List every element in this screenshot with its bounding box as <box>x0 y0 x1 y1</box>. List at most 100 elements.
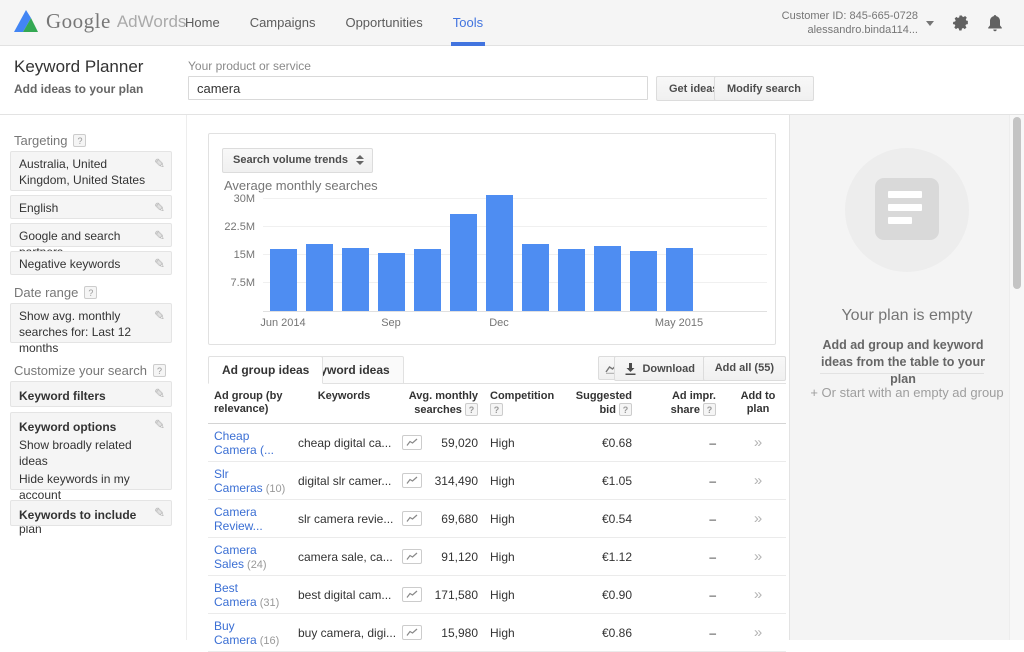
add-to-plan-button[interactable]: » <box>754 472 762 489</box>
modify-search-button[interactable]: Modify search <box>714 76 814 101</box>
col-competition[interactable]: Competition ? <box>484 384 560 423</box>
logo-google-text: Google <box>46 9 111 34</box>
chart-bar <box>342 248 369 311</box>
date-range-card[interactable]: Show avg. monthly searches for: Last 12 … <box>10 303 172 343</box>
customize-help-icon[interactable]: ? <box>153 364 166 377</box>
targeting-section-label: Targeting ? <box>14 133 86 148</box>
competition-cell: High <box>484 474 560 488</box>
search-volume-trends-dropdown[interactable]: Search volume trends <box>222 148 373 173</box>
trend-icon[interactable] <box>402 625 422 640</box>
nav-tools[interactable]: Tools <box>438 0 498 46</box>
ad-group-link[interactable]: Best Camera <box>214 581 257 609</box>
competition-cell: High <box>484 626 560 640</box>
targeting-locations-card[interactable]: Australia, United Kingdom, United States… <box>10 151 172 191</box>
competition-help-icon[interactable]: ? <box>490 403 503 416</box>
add-to-plan-button[interactable]: » <box>754 586 762 603</box>
keyword-options-card[interactable]: Keyword options Show broadly related ide… <box>10 412 172 490</box>
keywords-cell: camera sale, ca... <box>292 550 396 564</box>
plan-empty-title: Your plan is empty <box>790 307 1024 325</box>
col-avg-searches[interactable]: Avg. monthly searches ? <box>396 384 484 423</box>
keywords-to-include-title: Keywords to include <box>19 507 149 523</box>
page-title: Keyword Planner <box>14 57 143 77</box>
plan-panel: Your plan is empty Add ad group and keyw… <box>790 115 1024 640</box>
edit-icon[interactable]: ✎ <box>154 200 165 216</box>
targeting-help-icon[interactable]: ? <box>73 134 86 147</box>
tab-ad-group-ideas[interactable]: Ad group ideas <box>208 356 323 384</box>
edit-icon[interactable]: ✎ <box>154 386 165 402</box>
customer-id: Customer ID: 845-665-0728 <box>782 9 918 23</box>
add-to-plan-button[interactable]: » <box>754 548 762 565</box>
suggested-bid-cell: €0.68 <box>560 436 654 450</box>
x-axis-label: Sep <box>381 317 401 329</box>
ad-group-count: (31) <box>260 597 280 609</box>
date-range-label-text: Date range <box>14 285 78 300</box>
adwords-logo: Google AdWords <box>14 9 186 34</box>
add-to-plan-button[interactable]: » <box>754 434 762 451</box>
trend-icon[interactable] <box>402 435 422 450</box>
add-to-plan-button[interactable]: » <box>754 624 762 641</box>
keywords-cell: best digital cam... <box>292 588 396 602</box>
col-ad-group-label: Ad group (by relevance) <box>214 390 282 415</box>
date-range-help-icon[interactable]: ? <box>84 286 97 299</box>
keyword-options-item: Hide keywords in my account <box>19 471 149 503</box>
nav-home[interactable]: Home <box>170 0 235 46</box>
avg-searches-value: 69,680 <box>441 512 478 526</box>
keyword-filters-card[interactable]: Keyword filters ✎ <box>10 381 172 407</box>
add-all-button[interactable]: Add all (55) <box>703 356 786 381</box>
scrollbar-track[interactable] <box>1009 115 1024 640</box>
col-ad-impr-share[interactable]: Ad impr. share ? <box>654 384 730 423</box>
customize-label-text: Customize your search <box>14 363 147 378</box>
edit-icon[interactable]: ✎ <box>154 505 165 521</box>
negative-keywords-card[interactable]: Negative keywords ✎ <box>10 251 172 275</box>
edit-icon[interactable]: ✎ <box>154 156 165 172</box>
scrollbar-thumb[interactable] <box>1013 117 1021 289</box>
keywords-to-include-card[interactable]: Keywords to include ✎ <box>10 500 172 526</box>
trend-icon[interactable] <box>402 511 422 526</box>
col-keywords[interactable]: Keywords <box>292 384 396 423</box>
gear-icon[interactable] <box>944 14 978 32</box>
edit-icon[interactable]: ✎ <box>154 228 165 244</box>
col-ad-group[interactable]: Ad group (by relevance) <box>208 384 292 423</box>
sort-arrows-icon <box>356 155 364 165</box>
search-input[interactable] <box>188 76 648 100</box>
suggested-bid-help-icon[interactable]: ? <box>619 403 632 416</box>
avg-searches-help-icon[interactable]: ? <box>465 403 478 416</box>
ad-group-link[interactable]: Camera Review... <box>214 505 263 533</box>
targeting-network-card[interactable]: Google and search partners ✎ <box>10 223 172 247</box>
ad-group-link[interactable]: Cheap Camera (... <box>214 429 274 457</box>
download-button[interactable]: Download <box>614 356 706 381</box>
edit-icon[interactable]: ✎ <box>154 417 165 433</box>
add-to-plan-button[interactable]: » <box>754 510 762 527</box>
edit-icon[interactable]: ✎ <box>154 308 165 324</box>
chart-bar <box>594 246 621 311</box>
bell-icon[interactable] <box>978 14 1012 32</box>
table-header: Ad group (by relevance) Keywords Avg. mo… <box>208 384 786 424</box>
trend-icon[interactable] <box>402 473 422 488</box>
col-suggested-bid[interactable]: Suggested bid ? <box>560 384 654 423</box>
chart-bar <box>522 244 549 311</box>
trend-icon[interactable] <box>402 587 422 602</box>
account-menu[interactable]: Customer ID: 845-665-0728 alessandro.bin… <box>782 9 918 37</box>
avg-searches-value: 15,980 <box>441 626 478 640</box>
ad-group-link[interactable]: Slr Cameras <box>214 467 263 495</box>
ad-group-count: (16) <box>260 635 280 647</box>
targeting-language-card[interactable]: English ✎ <box>10 195 172 219</box>
targeting-label-text: Targeting <box>14 133 67 148</box>
ad-group-link[interactable]: Buy Camera <box>214 619 257 647</box>
nav-campaigns[interactable]: Campaigns <box>235 0 331 46</box>
customize-section-label: Customize your search ? <box>14 363 166 378</box>
keyword-filters-title: Keyword filters <box>19 388 149 404</box>
ad-impr-share-help-icon[interactable]: ? <box>703 403 716 416</box>
chevron-down-icon[interactable] <box>926 21 934 26</box>
table-row: Cheap Camera (... cheap digital ca... 59… <box>208 424 786 462</box>
chart-bar <box>666 248 693 311</box>
y-axis-tick: 22.5M <box>224 221 255 233</box>
search-volume-chart-panel: Search volume trends Average monthly sea… <box>208 133 776 345</box>
edit-icon[interactable]: ✎ <box>154 256 165 272</box>
nav-opportunities[interactable]: Opportunities <box>330 0 437 46</box>
chart-plot: 7.5M 15M 22.5M 30M Jun 2014 Sep Dec May … <box>263 187 767 312</box>
trend-icon[interactable] <box>402 549 422 564</box>
x-axis-label: Jun 2014 <box>260 317 305 329</box>
table-row: Camera Sales(24) camera sale, ca... 91,1… <box>208 538 786 576</box>
start-empty-ad-group-link[interactable]: + Or start with an empty ad group <box>790 385 1024 400</box>
